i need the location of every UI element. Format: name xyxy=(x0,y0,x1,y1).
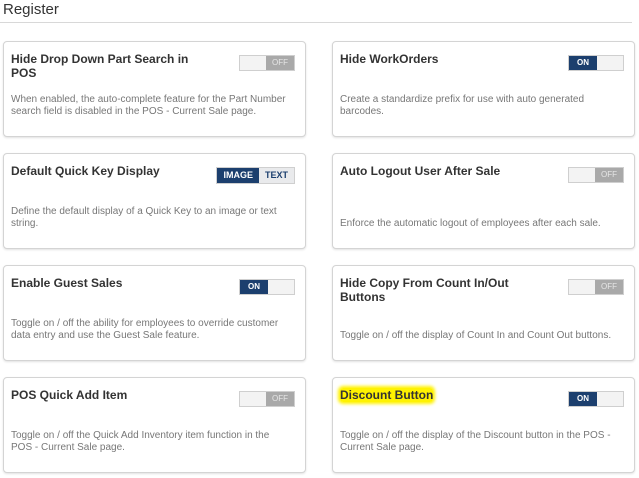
auto-logout-toggle[interactable]: OFF xyxy=(568,167,624,183)
toggle-state-label: OFF xyxy=(595,280,623,294)
toggle-state-label: OFF xyxy=(595,168,623,182)
setting-title: Discount Button xyxy=(340,388,540,402)
toggle-state-label: OFF xyxy=(266,56,294,70)
setting-card-hide-drop-down-part-search: Hide Drop Down Part Search in POS OFF Wh… xyxy=(3,41,306,137)
setting-card-hide-copy-from-count: Hide Copy From Count In/Out Buttons OFF … xyxy=(332,265,635,361)
toggle-state-label: OFF xyxy=(266,392,294,406)
toggle-state-label: ON xyxy=(569,392,597,406)
setting-title: POS Quick Add Item xyxy=(11,388,128,402)
setting-description: Toggle on / off the ability for employee… xyxy=(11,318,279,341)
quick-key-option-image[interactable]: IMAGE xyxy=(217,168,259,183)
toggle-state-label: ON xyxy=(240,280,268,294)
hide-drop-down-part-search-toggle[interactable]: OFF xyxy=(239,55,295,71)
setting-title: Hide Drop Down Part Search in POS xyxy=(11,52,189,80)
setting-card-hide-workorders: Hide WorkOrders ON Create a standardize … xyxy=(332,41,635,137)
pos-quick-add-item-toggle[interactable]: OFF xyxy=(239,391,295,407)
setting-card-enable-guest-sales: Enable Guest Sales ON Toggle on / off th… xyxy=(3,265,306,361)
hide-workorders-toggle[interactable]: ON xyxy=(568,55,624,71)
setting-description: Enforce the automatic logout of employee… xyxy=(340,218,601,229)
setting-description: Define the default display of a Quick Ke… xyxy=(11,206,277,229)
setting-card-discount-button: Discount Button ON Toggle on / off the d… xyxy=(332,377,635,473)
setting-title: Auto Logout User After Sale xyxy=(340,164,501,178)
hide-copy-from-count-toggle[interactable]: OFF xyxy=(568,279,624,295)
discount-button-toggle[interactable]: ON xyxy=(568,391,624,407)
setting-title: Default Quick Key Display xyxy=(11,164,160,178)
section-divider xyxy=(0,22,632,23)
section-title: Register xyxy=(3,1,59,18)
highlighted-title: Discount Button xyxy=(340,388,434,402)
setting-card-pos-quick-add-item: POS Quick Add Item OFF Toggle on / off t… xyxy=(3,377,306,473)
toggle-state-label: ON xyxy=(569,56,597,70)
quick-key-option-text[interactable]: TEXT xyxy=(258,168,294,183)
setting-card-default-quick-key-display: Default Quick Key Display IMAGE TEXT Def… xyxy=(3,153,306,249)
register-settings-page: Register Hide Drop Down Part Search in P… xyxy=(0,0,639,478)
quick-key-display-selector: IMAGE TEXT xyxy=(216,167,295,184)
setting-description: Toggle on / off the display of the Disco… xyxy=(340,430,611,453)
setting-title: Hide Copy From Count In/Out Buttons xyxy=(340,276,509,304)
setting-description: Toggle on / off the display of Count In … xyxy=(340,330,612,341)
enable-guest-sales-toggle[interactable]: ON xyxy=(239,279,295,295)
setting-title: Enable Guest Sales xyxy=(11,276,123,290)
setting-description: When enabled, the auto-complete feature … xyxy=(11,94,286,117)
setting-title: Hide WorkOrders xyxy=(340,52,439,66)
setting-description: Create a standardize prefix for use with… xyxy=(340,94,585,117)
setting-card-auto-logout-user-after-sale: Auto Logout User After Sale OFF Enforce … xyxy=(332,153,635,249)
setting-description: Toggle on / off the Quick Add Inventory … xyxy=(11,430,270,453)
